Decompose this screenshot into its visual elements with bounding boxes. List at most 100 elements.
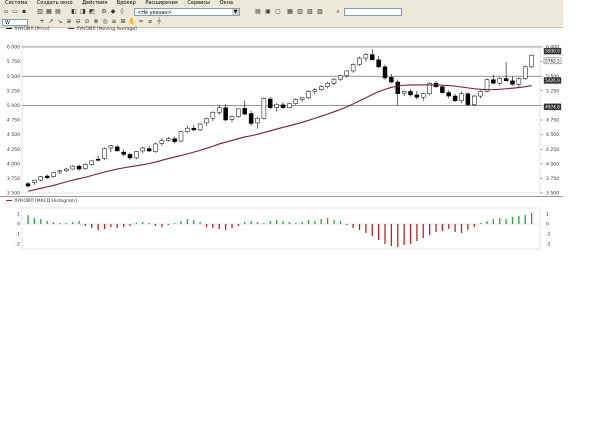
drawing-tool-6-icon[interactable]: ⊗ bbox=[92, 18, 100, 26]
layout-icon[interactable]: ▧ bbox=[306, 8, 314, 16]
drawing-tool-13-icon[interactable]: ┼ bbox=[155, 18, 163, 26]
candle-body bbox=[108, 145, 114, 149]
news-icon[interactable]: ◩ bbox=[88, 8, 96, 16]
candle-body bbox=[325, 82, 330, 87]
y-tick-label-right: 4 750 bbox=[546, 118, 559, 124]
y-tick-label-left: 3 750 bbox=[7, 176, 20, 182]
candle-body bbox=[293, 99, 298, 104]
candle-body bbox=[331, 78, 337, 84]
menu-actions[interactable]: Действия bbox=[82, 0, 107, 6]
save-icon[interactable]: ▪ bbox=[20, 8, 28, 16]
price-value-label: 4974.8 bbox=[545, 104, 560, 109]
y-tick-label-left: 6 000 bbox=[7, 45, 20, 51]
drawing-tool-1-icon[interactable]: ↗ bbox=[47, 18, 55, 26]
candle-body bbox=[166, 138, 171, 141]
candle-body bbox=[274, 103, 279, 108]
menu-extensions[interactable]: Расширения bbox=[145, 0, 177, 6]
macd-tick-label-right: 0 bbox=[546, 222, 549, 228]
ma-legend-swatch bbox=[68, 28, 74, 29]
candle-body bbox=[350, 64, 356, 72]
candle-body bbox=[210, 112, 216, 119]
y-tick-label-right: 3 500 bbox=[546, 191, 559, 195]
y-tick-label-right: 4 250 bbox=[546, 147, 559, 153]
panel-divider[interactable] bbox=[0, 196, 563, 197]
instrument-combo[interactable]: <Не указан> ▼ bbox=[134, 8, 240, 16]
drawing-tool-9-icon[interactable]: ⊞ bbox=[119, 18, 127, 26]
candle-body bbox=[344, 70, 349, 76]
settings-icon[interactable]: ⚙ bbox=[100, 8, 108, 16]
tile-icon[interactable]: ▨ bbox=[316, 8, 324, 16]
candle-body bbox=[153, 143, 158, 152]
menu-new-window[interactable]: Создать окно bbox=[37, 0, 73, 6]
candle-body bbox=[223, 107, 228, 121]
candle-body bbox=[523, 66, 528, 79]
candle-body bbox=[64, 168, 69, 172]
drawing-tool-8-icon[interactable]: ≡ bbox=[110, 18, 118, 26]
menu-system[interactable]: Система bbox=[5, 0, 27, 6]
candle-body bbox=[102, 148, 107, 159]
candle-body bbox=[146, 148, 152, 152]
candle-body bbox=[529, 54, 534, 68]
macd-tick-label-right: 1 bbox=[546, 212, 549, 218]
candle-body bbox=[32, 179, 37, 183]
portfolio-icon[interactable]: ◨ bbox=[79, 8, 87, 16]
drawing-tool-12-icon[interactable]: ⌀ bbox=[146, 18, 154, 26]
drawing-tool-3-icon[interactable]: ⊕ bbox=[65, 18, 73, 26]
drawing-tool-11-icon[interactable]: ≈ bbox=[137, 18, 145, 26]
drawing-tool-10-icon[interactable]: ✋ bbox=[128, 18, 136, 26]
drawing-tool-7-icon[interactable]: ◎ bbox=[101, 18, 109, 26]
new-icon[interactable]: ▫ bbox=[2, 8, 10, 16]
lock-icon[interactable]: ◊ bbox=[118, 8, 126, 16]
paste-icon[interactable]: ▢ bbox=[274, 8, 282, 16]
candle-body bbox=[357, 57, 362, 65]
search-icon[interactable]: ⌕ bbox=[334, 8, 342, 16]
y-tick-label-right: 4 500 bbox=[546, 132, 559, 138]
window-icon[interactable]: ▦ bbox=[286, 8, 294, 16]
candle-body bbox=[491, 79, 496, 84]
trade-icon[interactable]: ◧ bbox=[70, 8, 78, 16]
drawing-tool-0-icon[interactable]: + bbox=[38, 18, 46, 26]
candle-body bbox=[459, 93, 464, 101]
macd-tick-label-left: 0 bbox=[17, 222, 20, 228]
candle-body bbox=[370, 54, 375, 61]
chart-icon[interactable]: ▥ bbox=[36, 8, 44, 16]
search-input[interactable] bbox=[344, 8, 402, 16]
y-tick-label-left: 5 000 bbox=[7, 103, 20, 109]
candle-body bbox=[172, 138, 177, 142]
candle-body bbox=[134, 151, 139, 159]
candle-body bbox=[89, 160, 94, 165]
candle-body bbox=[376, 59, 381, 68]
candle-body bbox=[389, 77, 394, 83]
candle-body bbox=[197, 123, 203, 131]
macd-tick-label-left: -2 bbox=[15, 242, 20, 248]
macd-tick-label-right: -2 bbox=[546, 242, 551, 248]
drawing-tool-4-icon[interactable]: ⊖ bbox=[74, 18, 82, 26]
drawing-tool-5-icon[interactable]: ⊙ bbox=[83, 18, 91, 26]
open-icon[interactable]: ▭ bbox=[11, 8, 19, 16]
bars-icon[interactable]: ▥ bbox=[296, 8, 304, 16]
menu-services[interactable]: Сервисы bbox=[187, 0, 210, 6]
macd-chart[interactable]: 1 1 0 0 -1 -1 -2 -2 bbox=[0, 205, 563, 253]
candle-body bbox=[465, 93, 471, 106]
menu-bar: Система Создать окно Действия Брокер Рас… bbox=[0, 0, 563, 7]
candle-body bbox=[217, 107, 222, 113]
price-plot-frame bbox=[21, 45, 541, 194]
chevron-down-icon[interactable]: ▼ bbox=[232, 9, 239, 15]
menu-windows[interactable]: Окна bbox=[220, 0, 233, 6]
drawing-tool-2-icon[interactable]: ↘ bbox=[56, 18, 64, 26]
copy-icon[interactable]: ▣ bbox=[264, 8, 272, 16]
y-tick-label-left: 4 250 bbox=[7, 147, 20, 153]
menu-broker[interactable]: Брокер bbox=[117, 0, 136, 6]
timeframe-select[interactable]: W bbox=[2, 19, 28, 26]
y-tick-label-left: 5 500 bbox=[7, 74, 20, 80]
candle-body bbox=[140, 147, 145, 152]
candle-body bbox=[261, 98, 267, 119]
order-icon[interactable]: ▤ bbox=[54, 8, 62, 16]
alert-icon[interactable]: ◆ bbox=[109, 8, 117, 16]
candle-body bbox=[414, 94, 420, 98]
candle-body bbox=[127, 154, 133, 159]
table-icon[interactable]: ▦ bbox=[45, 8, 53, 16]
price-value-label: 5930.0 bbox=[545, 49, 560, 54]
price-chart[interactable]: 6 0006 0005 7505 7505 5005 5005 2505 250… bbox=[0, 33, 563, 195]
print-icon[interactable]: ▤ bbox=[254, 8, 262, 16]
